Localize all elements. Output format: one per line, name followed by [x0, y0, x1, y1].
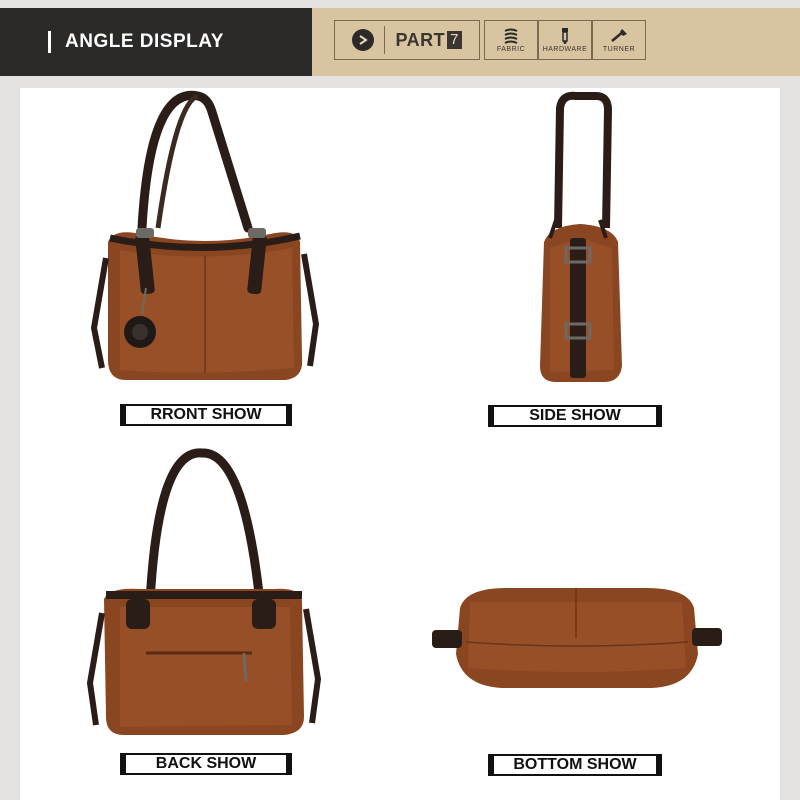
handbag-front-photo: [90, 90, 320, 380]
view-label-bottom: BOTTOM SHOW: [488, 754, 662, 776]
brush-icon: [611, 29, 627, 42]
feature-hardware: HARDWARE: [538, 20, 592, 60]
handbag-bottom-photo: [432, 588, 722, 688]
title-bar-divider: [48, 31, 51, 53]
feature-label: TURNER: [602, 46, 636, 53]
product-views-panel: RRONT SHOW SIDE SHOW BACK SHOW BOTTOM SH…: [20, 88, 780, 800]
part-label: PART: [395, 29, 446, 50]
play-icon: [352, 29, 375, 51]
view-label-side: SIDE SHOW: [488, 405, 662, 427]
part-badge: PART 7: [334, 20, 480, 60]
fabric-icon: [504, 28, 518, 44]
part-number: 7: [447, 31, 462, 49]
page-title: ANGLE DISPLAY: [65, 31, 224, 52]
feature-fabric: FABRIC: [484, 20, 538, 60]
handbag-back-photo: [86, 448, 322, 735]
feature-strip: PART 7 FABRIC HARDWARE TURNER: [312, 8, 800, 76]
feature-label: FABRIC: [496, 46, 526, 53]
feature-turner: TURNER: [592, 20, 646, 60]
feature-label: HARDWARE: [542, 46, 588, 53]
zipper-icon: [562, 28, 568, 44]
view-label-front: RRONT SHOW: [120, 404, 292, 426]
handbag-side-photo: [540, 91, 622, 382]
view-label-back: BACK SHOW: [120, 753, 292, 775]
header-banner: ANGLE DISPLAY PART 7 FABRIC HARDWARE TUR…: [0, 0, 800, 84]
header-title-block: ANGLE DISPLAY: [0, 8, 312, 76]
